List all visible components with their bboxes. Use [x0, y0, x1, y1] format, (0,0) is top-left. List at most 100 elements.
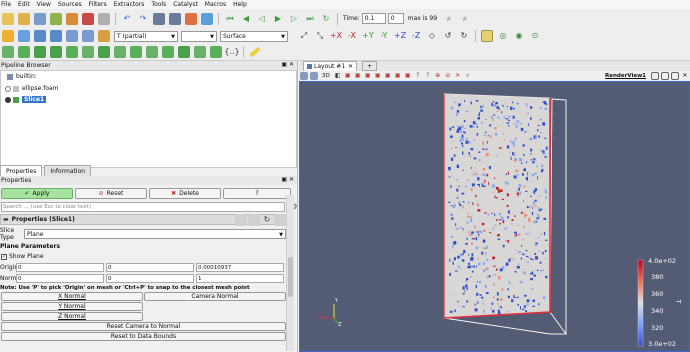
select-frustum-points-icon[interactable]: ▣	[374, 72, 382, 80]
colorbar-toggle-icon[interactable]	[98, 30, 110, 42]
show-center-icon[interactable]: ⊙	[529, 30, 541, 42]
reset-camera-icon[interactable]: ⤢	[298, 30, 310, 42]
find-icon[interactable]: ⌕	[464, 72, 472, 80]
isometric-view-icon[interactable]: ◇	[426, 30, 438, 42]
ruler-icon[interactable]	[249, 46, 261, 58]
z-normal-button[interactable]: Z Normal	[1, 312, 143, 321]
connect-icon[interactable]	[82, 12, 94, 25]
set-view-minus-x-icon[interactable]: -X	[346, 30, 358, 42]
paste-icon[interactable]	[248, 214, 260, 226]
slice-type-combo[interactable]: Plane ▼	[24, 229, 286, 239]
copy-icon[interactable]	[235, 214, 247, 226]
menu-view[interactable]: View	[37, 1, 51, 8]
hover-points-icon[interactable]: ?	[414, 72, 422, 80]
select-frustum-icon[interactable]: ▣	[364, 72, 372, 80]
play-backward-icon[interactable]: ◁	[256, 13, 268, 25]
stream-tracer-icon[interactable]	[114, 46, 126, 58]
origin-y-field[interactable]: 0	[106, 263, 194, 272]
close-view-icon[interactable]: ✕	[681, 72, 689, 80]
python-shell-icon[interactable]: {..}	[224, 46, 239, 58]
tab-properties[interactable]: Properties	[0, 165, 43, 176]
set-view-plus-y-icon[interactable]: +Y	[362, 30, 374, 42]
grow-selection-icon[interactable]: ⊕	[434, 72, 442, 80]
render-view[interactable]: Y X Z T 4.0e+02 380 360 340 320 3.0e+02	[299, 81, 690, 352]
normal-z-field[interactable]: 1	[196, 274, 284, 283]
center-axes-icon[interactable]: ◎	[497, 30, 509, 42]
previous-frame-icon[interactable]: ◀	[240, 13, 252, 25]
extract-subset-icon[interactable]	[82, 46, 94, 58]
hover-cells-icon[interactable]: ?	[424, 72, 432, 80]
plot-over-line-icon[interactable]	[194, 46, 206, 58]
add-layout-button[interactable]: +	[362, 61, 378, 71]
split-vertical-icon[interactable]	[661, 72, 669, 80]
auto-apply-icon[interactable]	[185, 12, 197, 25]
first-frame-icon[interactable]: ⏮	[224, 13, 236, 25]
disconnect-icon[interactable]	[98, 12, 110, 25]
collapse-icon[interactable]: ▬	[3, 216, 9, 223]
find-data-icon[interactable]: ⌕	[459, 13, 471, 25]
view-split-icon[interactable]	[300, 72, 308, 80]
menu-edit[interactable]: Edit	[18, 1, 30, 8]
clear-selection-icon[interactable]: ✕	[454, 72, 462, 80]
apply-button[interactable]: ✔ Apply	[1, 188, 73, 199]
pipeline-item-ellipse-foam[interactable]: ellipse.foam	[5, 85, 59, 92]
show-plane-checkbox[interactable]: ✓	[1, 253, 7, 260]
close-icon[interactable]: ✕	[348, 63, 353, 70]
last-frame-icon[interactable]: ⏭	[304, 13, 316, 25]
set-view-minus-z-icon[interactable]: -Z	[410, 30, 422, 42]
calculator-icon[interactable]	[2, 46, 14, 58]
range-over-time-icon[interactable]	[66, 30, 78, 42]
threshold-icon[interactable]	[66, 46, 78, 58]
pipeline-item-builtin[interactable]: builtin:	[7, 73, 37, 80]
select-points-icon[interactable]: ▣	[354, 72, 362, 80]
redo-icon[interactable]: ↷	[137, 13, 149, 25]
play-icon[interactable]: ▶	[272, 13, 284, 25]
select-cells-icon[interactable]: ▣	[344, 72, 352, 80]
reload-icon[interactable]: ↻	[261, 214, 273, 226]
properties-scrollbar[interactable]	[286, 195, 294, 351]
menu-filters[interactable]: Filters	[89, 1, 107, 8]
close-icon[interactable]: ▣ ✕	[281, 61, 294, 68]
camera-icon[interactable]: ◧	[334, 72, 342, 80]
scrollbar-thumb[interactable]	[288, 257, 293, 297]
rotate-minus-90-icon[interactable]: ↻	[458, 30, 470, 42]
zoom-to-data-icon[interactable]: ⤡	[314, 30, 326, 42]
time-value-field[interactable]: 0.1	[361, 13, 386, 24]
reset-data-bounds-button[interactable]: Reset to Data Bounds	[1, 332, 286, 341]
menu-catalyst[interactable]: Catalyst	[173, 1, 198, 8]
pipeline-item-slice1[interactable]: Slice1	[5, 96, 47, 103]
camera-normal-button[interactable]: Camera Normal	[144, 292, 286, 301]
menu-extractors[interactable]: Extractors	[114, 1, 145, 8]
camera-redo-icon[interactable]	[169, 12, 181, 25]
interactive-select-icon[interactable]: ▣	[404, 72, 412, 80]
edit-colormap-icon[interactable]	[18, 30, 30, 42]
slice-icon[interactable]	[50, 46, 62, 58]
close-icon[interactable]: ▣ ✕	[281, 176, 294, 183]
select-block-icon[interactable]: ▣	[394, 72, 402, 80]
normal-y-field[interactable]: 0	[106, 274, 194, 283]
eye-icon[interactable]	[5, 85, 11, 92]
x-normal-button[interactable]: X Normal	[1, 292, 143, 301]
tab-information[interactable]: Information	[44, 165, 92, 176]
search-input[interactable]: Search ... (use Esc to clear text)	[1, 202, 285, 212]
representation-combo[interactable]: Surface ▼	[220, 30, 288, 42]
time-step-field[interactable]: 0	[387, 13, 404, 24]
open-recent-icon[interactable]	[18, 12, 30, 25]
reset-camera-normal-button[interactable]: Reset Camera to Normal	[1, 322, 286, 331]
glyph-icon[interactable]	[98, 46, 110, 58]
render-canvas[interactable]	[300, 82, 690, 352]
menu-tools[interactable]: Tools	[151, 1, 166, 8]
visible-range-icon[interactable]	[82, 30, 94, 42]
loop-icon[interactable]: ↻	[320, 13, 332, 25]
delete-button[interactable]: ✖ Delete	[149, 188, 221, 199]
split-horizontal-icon[interactable]	[651, 72, 659, 80]
save-data-icon[interactable]	[34, 12, 46, 25]
reset-range-icon[interactable]	[34, 30, 46, 42]
menu-file[interactable]: File	[1, 1, 11, 8]
clip-icon[interactable]	[34, 46, 46, 58]
help-button[interactable]: ?	[223, 188, 291, 199]
tab-layout-1[interactable]: Layout #1 ✕	[303, 61, 358, 71]
open-icon[interactable]	[2, 12, 14, 25]
contour-icon[interactable]	[18, 46, 30, 58]
pick-center-icon[interactable]: ◉	[513, 30, 525, 42]
